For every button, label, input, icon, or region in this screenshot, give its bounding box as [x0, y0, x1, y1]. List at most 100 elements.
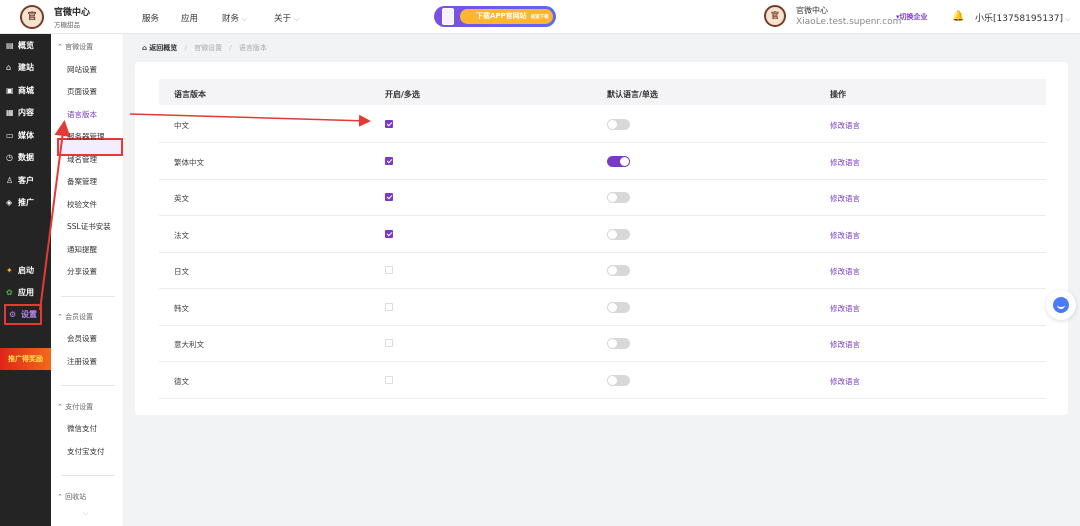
- language-name: 繁体中文: [174, 157, 204, 167]
- default-toggle[interactable]: [607, 192, 630, 203]
- subnav-item-member[interactable]: 会员设置: [67, 333, 97, 344]
- download-app-label: 下载APP官网站: [476, 12, 527, 20]
- breadcrumb-separator: /: [184, 44, 187, 52]
- promo-reward-badge[interactable]: 推广得奖励: [0, 348, 51, 370]
- sidebar-item-settings[interactable]: ⚙ 设置: [4, 304, 42, 325]
- table-row: 韩文 修改语言: [159, 289, 1046, 326]
- language-card: 语言版本 开启/多选 默认语言/单选 操作 中文 修改语言 繁体中文 修改语言 英文 修改…: [135, 62, 1068, 415]
- enable-checkbox[interactable]: [385, 229, 393, 238]
- edit-language-link[interactable]: 修改语言: [830, 376, 860, 387]
- default-toggle[interactable]: [607, 155, 630, 167]
- bell-icon[interactable]: 🔔: [952, 11, 964, 22]
- shop-icon: ▣: [6, 86, 14, 95]
- subnav-item-website[interactable]: 网站设置: [67, 64, 97, 75]
- nav-apps[interactable]: 应用: [181, 12, 198, 24]
- chevron-down-icon: ⌵: [1065, 15, 1071, 23]
- subnav-item-server[interactable]: 服务器管理: [67, 131, 105, 142]
- chevron-down-icon[interactable]: ⌵: [83, 509, 88, 518]
- download-app-banner[interactable]: 下载APP官网站 极速下载: [434, 6, 556, 27]
- enable-checkbox[interactable]: [385, 375, 393, 384]
- default-toggle[interactable]: [607, 228, 630, 240]
- brand-subtitle: 方糖甜品: [54, 21, 80, 29]
- table-row: 日文 修改语言: [159, 252, 1046, 289]
- subnav-item-ssl[interactable]: SSL证书安装: [67, 221, 111, 232]
- sidebar-item-label: 建站: [18, 63, 34, 72]
- sidebar-item-label: 客户: [18, 176, 34, 185]
- subnav-item-filing[interactable]: 备案管理: [67, 176, 97, 187]
- breadcrumb: ⌂ 返回概览 / 官微设置 / 语言版本: [142, 43, 267, 53]
- default-toggle[interactable]: [607, 374, 630, 386]
- sidebar-item-overview[interactable]: ▤ 概览: [6, 40, 34, 51]
- user-menu[interactable]: 小乐[13758195137] ⌵: [975, 11, 1070, 24]
- edit-language-link[interactable]: 修改语言: [830, 120, 860, 131]
- sidebar-item-apps[interactable]: ✿ 应用: [6, 287, 34, 298]
- enable-checkbox[interactable]: [385, 339, 393, 347]
- subnav-group-header[interactable]: ⌃ 会员设置: [57, 312, 93, 322]
- table-row: 繁体中文 修改语言: [159, 143, 1046, 180]
- subnav-item-domain[interactable]: 域名管理: [67, 154, 97, 165]
- edit-language-link[interactable]: 修改语言: [830, 266, 860, 277]
- subnav-group-header[interactable]: ⌃ 支付设置: [57, 402, 93, 412]
- download-app-button[interactable]: 下载APP官网站 极速下载: [460, 9, 553, 24]
- sidebar-item-customer[interactable]: ♙ 客户: [6, 175, 34, 186]
- enable-checkbox[interactable]: [385, 302, 393, 311]
- nav-about-label: 关于: [274, 14, 292, 24]
- enable-checkbox[interactable]: [385, 156, 393, 165]
- subnav-group-header[interactable]: ⌃ 官微设置: [57, 42, 93, 52]
- download-app-small-label: 极速下载: [530, 15, 549, 20]
- enable-checkbox[interactable]: [385, 193, 393, 201]
- subnav-item-register[interactable]: 注册设置: [67, 356, 97, 367]
- default-toggle[interactable]: [607, 338, 630, 349]
- subnav-item-language[interactable]: 语言版本: [67, 109, 97, 120]
- language-name: 德文: [174, 376, 189, 386]
- subnav-group-title: 会员设置: [65, 313, 94, 321]
- table-row: 中文 修改语言: [159, 106, 1046, 143]
- sidebar-item-label: 启动: [18, 266, 34, 275]
- nav-about[interactable]: 关于 ⌵: [274, 12, 299, 24]
- breadcrumb-home[interactable]: 返回概览: [149, 44, 177, 52]
- nav-finance[interactable]: 财务 ⌵: [222, 12, 247, 24]
- nav-finance-label: 财务: [222, 14, 240, 24]
- language-name: 韩文: [174, 303, 189, 313]
- enable-checkbox[interactable]: [385, 120, 393, 128]
- customer-icon: ♙: [6, 176, 14, 185]
- sidebar-item-media[interactable]: ▭ 媒体: [6, 130, 34, 141]
- phone-icon: [442, 8, 454, 25]
- sidebar-item-launch[interactable]: ✦ 启动: [6, 265, 34, 276]
- subnav-divider: [61, 385, 115, 386]
- brand-logo[interactable]: 官: [20, 5, 44, 29]
- media-icon: ▭: [6, 131, 14, 140]
- table-row: 意大利文 修改语言: [159, 325, 1046, 362]
- header-action: 操作: [830, 90, 846, 99]
- subnav-item-page[interactable]: 页面设置: [67, 86, 97, 97]
- customer-service-button[interactable]: [1046, 290, 1076, 320]
- chevron-down-icon: ⌵: [242, 15, 248, 23]
- edit-language-link[interactable]: 修改语言: [830, 193, 860, 204]
- subnav-item-wechat-pay[interactable]: 微信支付: [67, 423, 97, 434]
- nav-service[interactable]: 服务: [142, 12, 159, 24]
- sidebar-item-promote[interactable]: ◈ 推广: [6, 197, 34, 208]
- settings-subnav: ⌃ 官微设置 网站设置 页面设置 语言版本 服务器管理 域名管理 备案管理 校验…: [51, 34, 124, 526]
- subnav-item-share[interactable]: 分享设置: [67, 266, 97, 277]
- sidebar-item-label: 概览: [18, 41, 34, 50]
- enable-checkbox[interactable]: [385, 266, 393, 274]
- default-toggle[interactable]: [607, 119, 630, 130]
- default-toggle[interactable]: [607, 301, 630, 313]
- sidebar-item-data[interactable]: ◷ 数据: [6, 152, 34, 163]
- subnav-group-title: 回收站: [65, 493, 87, 501]
- edit-language-link[interactable]: 修改语言: [830, 157, 860, 168]
- subnav-item-verify-file[interactable]: 校验文件: [67, 199, 97, 210]
- edit-language-link[interactable]: 修改语言: [830, 339, 860, 350]
- sidebar-item-build[interactable]: ⌂ 建站: [6, 62, 34, 73]
- default-toggle[interactable]: [607, 265, 630, 276]
- breadcrumb-item[interactable]: 官微设置: [194, 44, 222, 52]
- subnav-item-alipay[interactable]: 支付宝支付: [67, 446, 105, 457]
- sidebar-item-content[interactable]: ▦ 内容: [6, 107, 34, 118]
- subnav-group-header[interactable]: ⌃ 回收站: [57, 492, 86, 502]
- switch-org-button[interactable]: ▾切换企业: [896, 12, 928, 22]
- subnav-item-notify[interactable]: 通知提醒: [67, 244, 97, 255]
- edit-language-link[interactable]: 修改语言: [830, 303, 860, 314]
- sidebar-item-shop[interactable]: ▣ 商城: [6, 85, 34, 96]
- edit-language-link[interactable]: 修改语言: [830, 230, 860, 241]
- overview-icon: ▤: [6, 41, 14, 50]
